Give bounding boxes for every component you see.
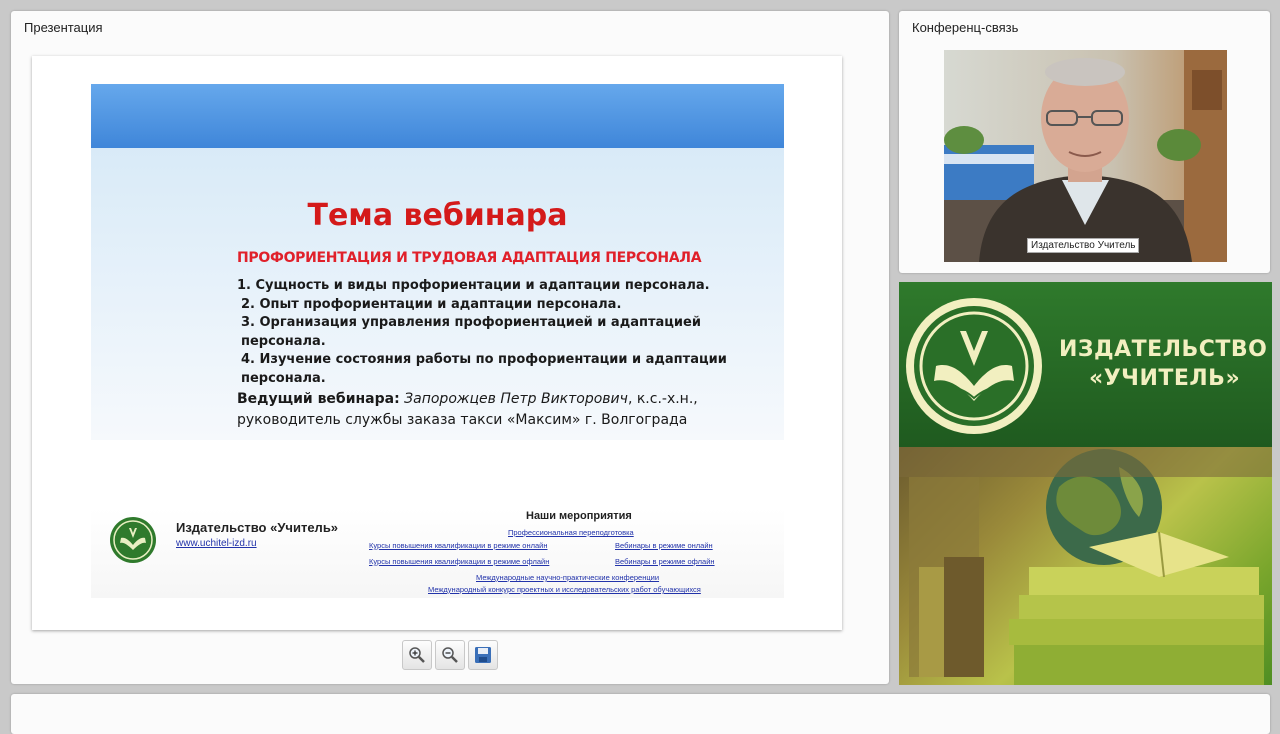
- event-link[interactable]: Профессиональная переподготовка: [508, 528, 634, 537]
- host-label: Ведущий вебинара:: [237, 391, 400, 407]
- footer-publisher-name: Издательство «Учитель»: [176, 520, 339, 535]
- banner-publisher-line2: «УЧИТЕЛЬ»: [1089, 366, 1241, 391]
- books-globe-image: [899, 447, 1272, 685]
- event-link[interactable]: Вебинары в режиме онлайн: [615, 541, 713, 550]
- bottom-panel: [11, 694, 1270, 734]
- presentation-slide: Тема вебинара ПРОФОРИЕНТАЦИЯ И ТРУДОВАЯ …: [32, 56, 842, 630]
- presentation-panel: Презентация Тема вебинара ПРОФОРИЕНТАЦИЯ…: [11, 11, 889, 684]
- presentation-panel-title: Презентация: [24, 20, 103, 35]
- event-link[interactable]: Курсы повышения квалификации в режиме оф…: [369, 557, 549, 566]
- zoom-in-button[interactable]: [402, 640, 432, 670]
- slide-point: 1. Сущность и виды профориентации и адап…: [237, 278, 710, 293]
- banner-books-image: [899, 447, 1272, 685]
- banner-top: ИЗДАТЕЛЬСТВО «УЧИТЕЛЬ»: [899, 282, 1272, 447]
- banner-logo-icon: [906, 298, 1042, 434]
- conference-panel: Конференц-связь Издательство Учитель: [899, 11, 1270, 273]
- publisher-logo-icon: [110, 517, 156, 563]
- footer-events-title: Наши мероприятия: [526, 510, 632, 522]
- zoom-out-icon: [442, 647, 458, 663]
- banner-publisher-line1: ИЗДАТЕЛЬСТВО: [1059, 337, 1268, 362]
- slide-point: 3. Организация управления профориентацие…: [241, 315, 701, 349]
- slide-footer: Издательство «Учитель» www.uchitel-izd.r…: [91, 508, 784, 598]
- host-name: Запорожцев Петр Викторович: [404, 391, 628, 407]
- zoom-in-icon: [409, 647, 425, 663]
- speaker-video-image: [944, 50, 1227, 262]
- video-feed[interactable]: Издательство Учитель: [944, 50, 1227, 262]
- slide-subtitle: ПРОФОРИЕНТАЦИЯ И ТРУДОВАЯ АДАПТАЦИЯ ПЕРС…: [237, 250, 702, 266]
- slide-point: 4. Изучение состояния работы по профорие…: [241, 352, 727, 386]
- slide-header-band: [91, 84, 784, 148]
- slide-host-info: Ведущий вебинара: Запорожцев Петр Виктор…: [237, 389, 757, 431]
- slide-point: 2. Опыт профориентации и адаптации персо…: [241, 296, 622, 312]
- slide-points-list: 1. Сущность и виды профориентации и адап…: [237, 277, 757, 388]
- slide-heading: Тема вебинара: [307, 198, 568, 233]
- video-participant-label: Издательство Учитель: [1027, 238, 1140, 253]
- publisher-banner[interactable]: ИЗДАТЕЛЬСТВО «УЧИТЕЛЬ»: [899, 282, 1272, 685]
- event-link[interactable]: Международные научно-практические конфер…: [476, 573, 659, 582]
- save-button[interactable]: [468, 640, 498, 670]
- zoom-out-button[interactable]: [435, 640, 465, 670]
- event-link[interactable]: Курсы повышения квалификации в режиме он…: [369, 541, 548, 550]
- footer-url-link[interactable]: www.uchitel-izd.ru: [176, 538, 257, 549]
- event-link[interactable]: Вебинары в режиме офлайн: [615, 557, 715, 566]
- save-icon: [475, 647, 491, 663]
- conference-panel-title: Конференц-связь: [912, 20, 1019, 35]
- event-link[interactable]: Международный конкурс проектных и исслед…: [428, 585, 701, 594]
- slide-content-area: Тема вебинара ПРОФОРИЕНТАЦИЯ И ТРУДОВАЯ …: [91, 84, 784, 440]
